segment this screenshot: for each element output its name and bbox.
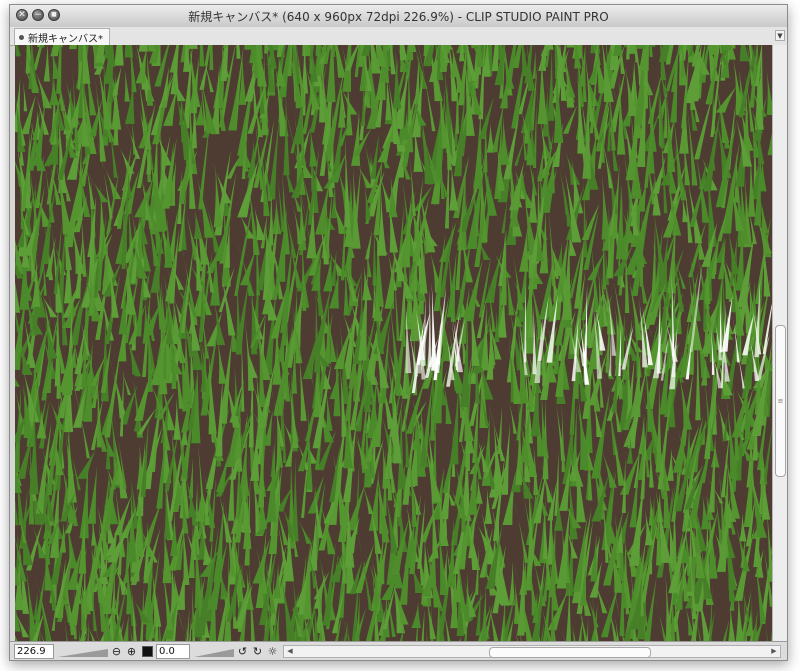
minimize-icon: − — [34, 9, 42, 20]
maximize-button[interactable]: ■ — [48, 9, 60, 21]
window-controls: ✕ − ■ — [16, 9, 60, 21]
zoom-out-icon[interactable]: ⊖ — [110, 645, 123, 658]
grass-artwork — [15, 45, 772, 641]
maximize-icon: ■ — [51, 11, 57, 18]
zoom-input[interactable]: 226.9 — [14, 644, 54, 659]
zoom-slider[interactable] — [58, 645, 108, 658]
tab-new-canvas[interactable]: 新規キャンバス* — [14, 28, 110, 45]
document-window: ✕ − ■ 新規キャンバス* (640 x 960px 72dpi 226.9%… — [9, 4, 788, 661]
zoom-in-icon[interactable]: ⊕ — [125, 645, 138, 658]
grip-icon: ≡ — [777, 397, 784, 405]
rotate-left-icon[interactable]: ↺ — [236, 645, 249, 658]
fit-icon[interactable] — [142, 646, 153, 657]
window-title: 新規キャンバス* (640 x 960px 72dpi 226.9%) - CL… — [188, 9, 609, 24]
scroll-right-icon[interactable]: ▶ — [769, 646, 779, 657]
chevron-down-icon: ▼ — [777, 32, 783, 40]
close-button[interactable]: ✕ — [16, 9, 28, 21]
vertical-scroll-thumb[interactable]: ≡ — [775, 325, 786, 477]
rotation-input[interactable]: 0.0 — [156, 644, 190, 659]
rotation-slider[interactable] — [194, 645, 234, 658]
tab-list-dropdown-button[interactable]: ▼ — [775, 30, 785, 41]
horizontal-scrollbar[interactable]: ◀ ▶ — [283, 645, 781, 658]
drawing-canvas[interactable] — [15, 45, 772, 641]
status-bar: 226.9 ⊖ ⊕ 0.0 ↺ ↻ ☼ ◀ ▶ — [10, 641, 787, 660]
minimize-button[interactable]: − — [32, 9, 44, 21]
tab-bar: 新規キャンバス* ▼ — [10, 27, 787, 46]
close-icon: ✕ — [18, 9, 26, 20]
scroll-left-icon[interactable]: ◀ — [285, 646, 295, 657]
tab-label: 新規キャンバス* — [28, 33, 103, 45]
reset-rotation-icon[interactable]: ☼ — [266, 645, 279, 658]
vertical-scrollbar[interactable]: ≡ — [772, 45, 787, 641]
horizontal-scroll-thumb[interactable] — [489, 647, 651, 658]
title-bar[interactable]: ✕ − ■ 新規キャンバス* (640 x 960px 72dpi 226.9%… — [10, 5, 787, 28]
rotate-right-icon[interactable]: ↻ — [251, 645, 264, 658]
modified-dot-icon — [19, 34, 24, 40]
